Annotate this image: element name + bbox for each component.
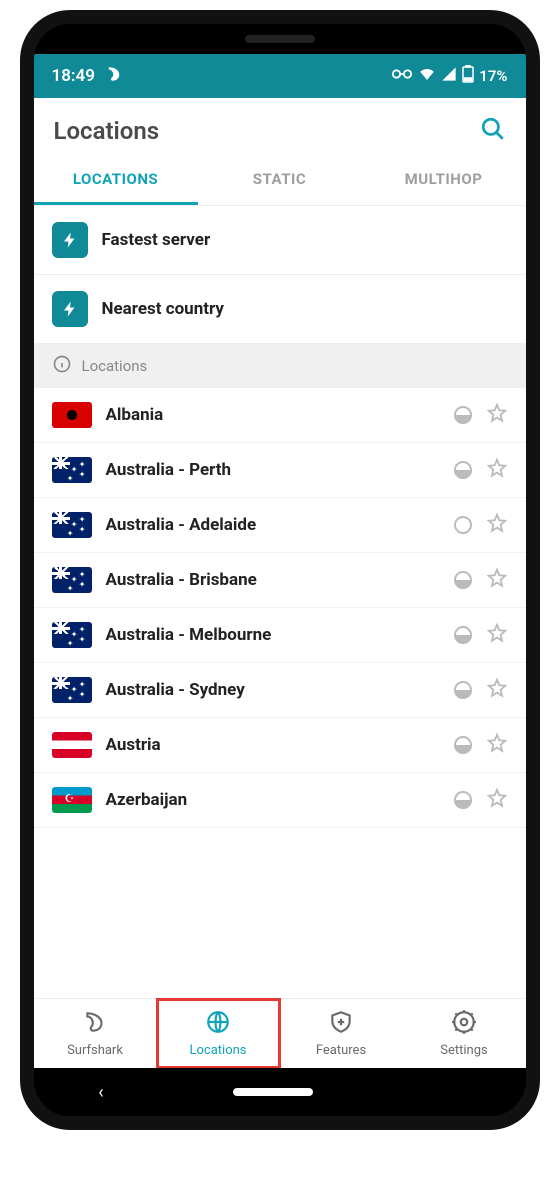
flag-icon: [52, 567, 92, 593]
location-row[interactable]: Australia - Sydney: [34, 663, 526, 718]
favorite-star-icon[interactable]: [486, 512, 508, 538]
location-row[interactable]: Australia - Adelaide: [34, 498, 526, 553]
signal-icon: [441, 66, 457, 86]
favorite-star-icon[interactable]: [486, 457, 508, 483]
tabs: LOCATIONSSTATICMULTIHOP: [34, 156, 526, 206]
section-header: Locations: [34, 344, 526, 388]
nav-label: Surfshark: [67, 1043, 123, 1058]
flag-icon: [52, 402, 92, 428]
battery-icon: [462, 65, 474, 87]
favorite-star-icon[interactable]: [486, 677, 508, 703]
location-name: Australia - Sydney: [106, 680, 440, 700]
quick-fastest-server[interactable]: Fastest server: [34, 206, 526, 275]
gear-icon: [451, 1009, 477, 1039]
nav-settings[interactable]: Settings: [403, 999, 526, 1068]
search-icon[interactable]: [480, 116, 506, 146]
location-name: Australia - Melbourne: [106, 625, 440, 645]
section-label: Locations: [82, 357, 148, 375]
battery-percent: 17%: [479, 67, 507, 85]
location-row[interactable]: Australia - Perth: [34, 443, 526, 498]
system-nav: ‹: [34, 1068, 526, 1116]
vpn-status-icon: [391, 67, 413, 85]
shield-icon: [328, 1009, 354, 1039]
flag-icon: [52, 732, 92, 758]
load-indicator-icon: [454, 571, 472, 589]
flag-icon: [52, 677, 92, 703]
location-row[interactable]: Albania: [34, 388, 526, 443]
load-indicator-icon: [454, 791, 472, 809]
favorite-star-icon[interactable]: [486, 732, 508, 758]
bolt-icon: [52, 291, 88, 327]
load-indicator-icon: [454, 681, 472, 699]
flag-icon: [52, 457, 92, 483]
nav-features[interactable]: Features: [280, 999, 403, 1068]
location-row[interactable]: Austria: [34, 718, 526, 773]
nav-label: Locations: [189, 1043, 246, 1058]
surfshark-status-icon: [105, 65, 123, 88]
location-name: Austria: [106, 735, 440, 755]
favorite-star-icon[interactable]: [486, 787, 508, 813]
load-indicator-icon: [454, 461, 472, 479]
favorite-star-icon[interactable]: [486, 622, 508, 648]
load-indicator-icon: [454, 626, 472, 644]
quick-label: Fastest server: [102, 230, 211, 250]
location-name: Australia - Brisbane: [106, 570, 440, 590]
back-button[interactable]: ‹: [98, 1082, 103, 1103]
nav-label: Features: [316, 1043, 366, 1058]
load-indicator-icon: [454, 736, 472, 754]
quick-nearest-country[interactable]: Nearest country: [34, 275, 526, 344]
quick-label: Nearest country: [102, 299, 224, 319]
load-indicator-icon: [454, 406, 472, 424]
location-name: Azerbaijan: [106, 790, 440, 810]
tab-multihop[interactable]: MULTIHOP: [362, 156, 526, 205]
globe-icon: [205, 1009, 231, 1039]
tab-static[interactable]: STATIC: [198, 156, 362, 205]
bolt-icon: [52, 222, 88, 258]
favorite-star-icon[interactable]: [486, 567, 508, 593]
favorite-star-icon[interactable]: [486, 402, 508, 428]
wifi-icon: [418, 65, 436, 87]
tab-locations[interactable]: LOCATIONS: [34, 156, 198, 205]
nav-surfshark[interactable]: Surfshark: [34, 999, 157, 1068]
statusbar: 18:49 17%: [34, 54, 526, 98]
status-time: 18:49: [52, 66, 95, 86]
nav-label: Settings: [440, 1043, 487, 1058]
location-row[interactable]: Australia - Brisbane: [34, 553, 526, 608]
location-row[interactable]: Azerbaijan: [34, 773, 526, 828]
page-title: Locations: [54, 117, 160, 145]
flag-icon: [52, 512, 92, 538]
nav-locations[interactable]: Locations: [157, 999, 280, 1068]
location-row[interactable]: Australia - Melbourne: [34, 608, 526, 663]
location-name: Australia - Perth: [106, 460, 440, 480]
info-icon: [52, 354, 72, 378]
home-pill[interactable]: [233, 1088, 313, 1096]
shark-icon: [82, 1009, 108, 1039]
load-indicator-icon: [454, 516, 472, 534]
location-name: Albania: [106, 405, 440, 425]
location-name: Australia - Adelaide: [106, 515, 440, 535]
flag-icon: [52, 622, 92, 648]
flag-icon: [52, 787, 92, 813]
